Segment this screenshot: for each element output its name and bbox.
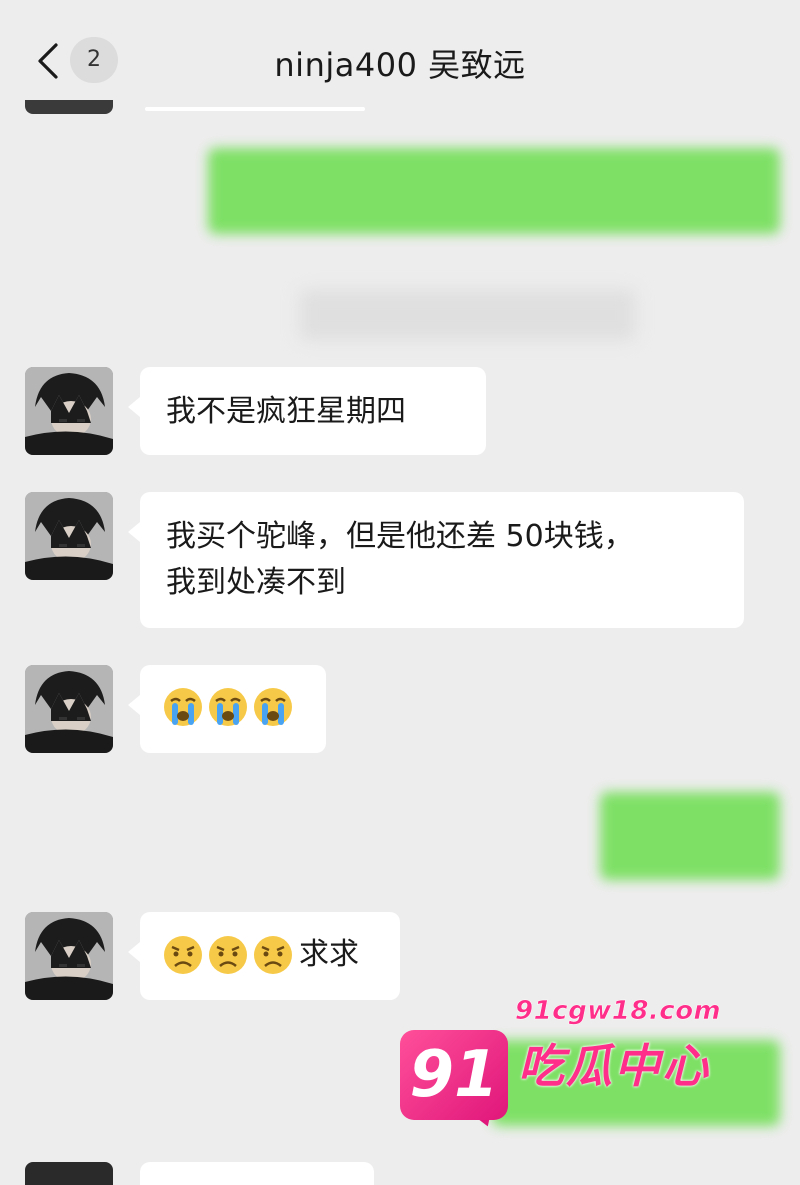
crying-face-icon — [209, 688, 247, 726]
incoming-message-bubble[interactable]: 我不是疯狂星期四 — [128, 367, 486, 455]
outgoing-message-blurred[interactable] — [600, 792, 780, 880]
outgoing-message-blurred[interactable] — [208, 148, 780, 234]
incoming-message-bubble[interactable]: 我买个驼峰，但是他还差 50块钱， 我到处凑不到 — [128, 492, 744, 628]
frowning-face-icon — [164, 936, 202, 974]
incoming-message-bubble[interactable]: 求求 — [128, 912, 400, 1000]
contact-avatar[interactable] — [25, 492, 113, 580]
watermark-name: 吃瓜中心 — [518, 1039, 710, 1093]
contact-avatar[interactable] — [25, 1162, 113, 1185]
message-text: 求求 — [299, 937, 359, 972]
avatar-image — [25, 912, 113, 1000]
message-text-line: 我买个驼峰，但是他还差 50块钱， — [166, 519, 634, 554]
incoming-message-bubble[interactable] — [128, 665, 326, 753]
header-divider — [145, 107, 365, 111]
frowning-face-icon — [209, 936, 247, 974]
crying-face-icon — [164, 688, 202, 726]
watermark-logo: 91 — [400, 1030, 508, 1120]
contact-avatar[interactable] — [25, 912, 113, 1000]
crying-face-icon — [254, 688, 292, 726]
contact-avatar[interactable] — [25, 367, 113, 455]
chat-title: ninja400 吴致远 — [274, 46, 526, 84]
watermark-site: 91cgw18.com — [515, 996, 722, 1027]
avatar[interactable] — [25, 100, 113, 114]
timestamp-blurred — [300, 290, 635, 340]
avatar-image — [25, 492, 113, 580]
message-text: 我不是疯狂星期四 — [166, 394, 406, 429]
message-text-line: 我到处凑不到 — [166, 565, 346, 600]
avatar-image — [25, 367, 113, 455]
incoming-message-bubble[interactable] — [140, 1162, 374, 1185]
contact-avatar[interactable] — [25, 665, 113, 753]
avatar-image — [25, 665, 113, 753]
frowning-face-icon — [254, 936, 292, 974]
chat-header: 2 ninja400 吴致远 — [0, 0, 800, 115]
